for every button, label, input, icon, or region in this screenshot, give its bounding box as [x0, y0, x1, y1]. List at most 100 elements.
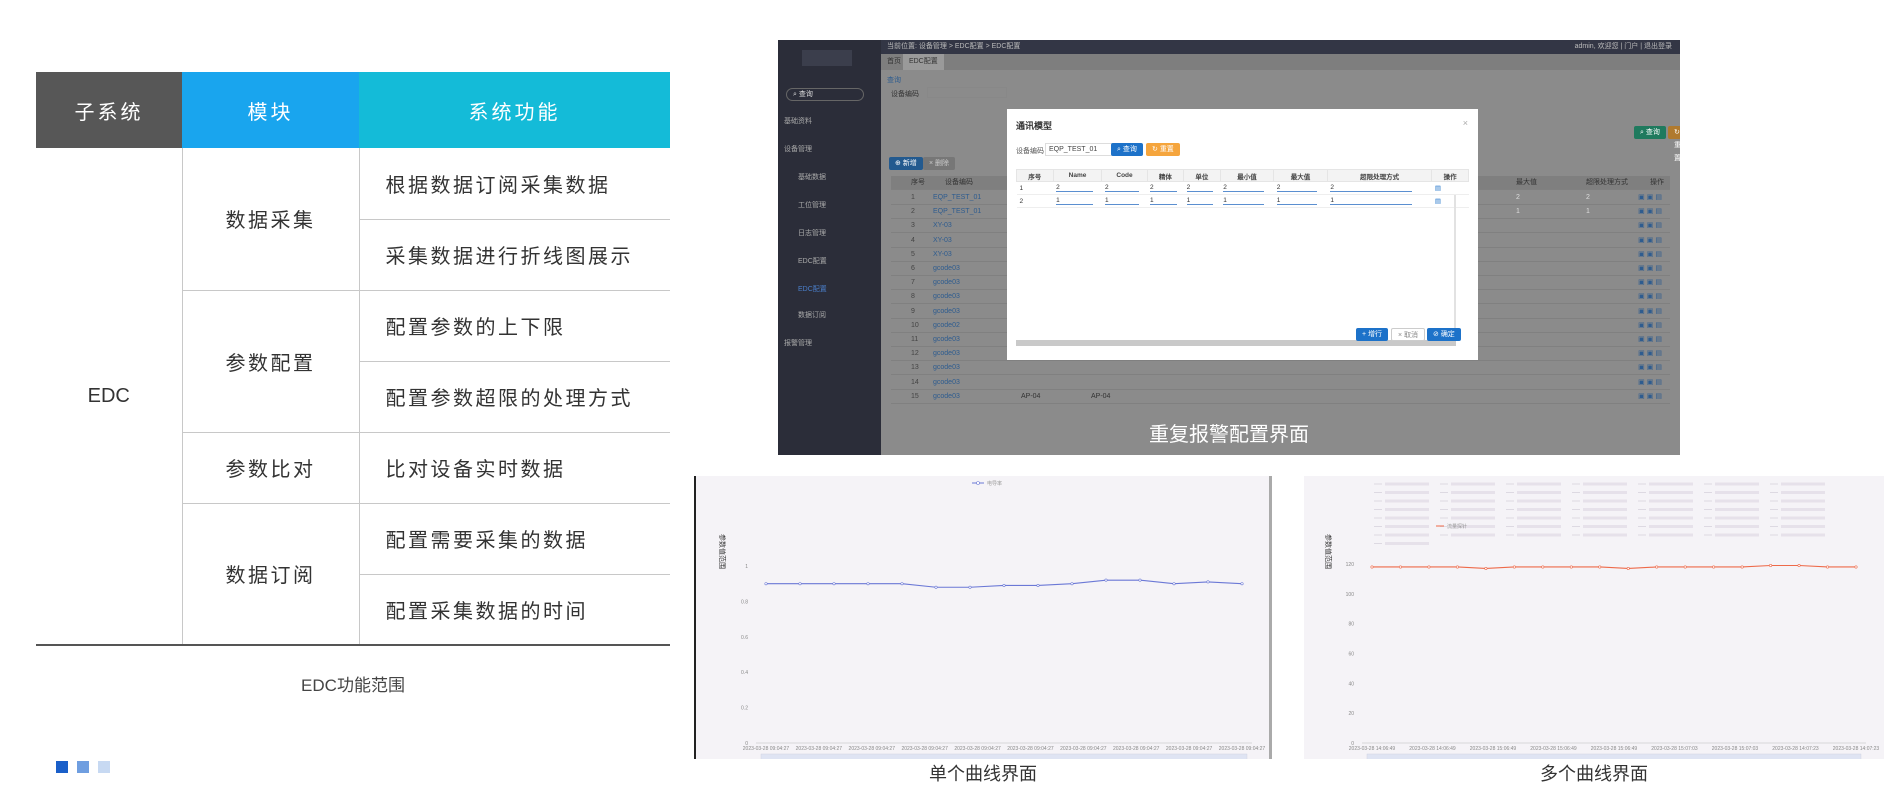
row-actions[interactable]: ▤: [1431, 194, 1469, 208]
row-actions[interactable]: ▣▣▤: [1638, 191, 1664, 205]
editable-cell[interactable]: 1: [1273, 194, 1328, 208]
editable-cell[interactable]: 1: [1220, 194, 1274, 208]
edit-icon[interactable]: ▣: [1638, 364, 1647, 371]
editable-cell[interactable]: 2: [1053, 181, 1102, 195]
legend-placeholder: [1781, 499, 1825, 503]
sidebar-search-input[interactable]: ⌕ 查询: [786, 88, 864, 101]
row-actions[interactable]: ▣▣▤: [1638, 290, 1664, 304]
trash-icon[interactable]: ▤: [1655, 364, 1664, 371]
edit-icon[interactable]: ▣: [1638, 222, 1647, 229]
dialog-equipment-input[interactable]: EQP_TEST_01: [1045, 143, 1117, 156]
trash-icon[interactable]: ▤: [1435, 185, 1441, 192]
row-actions[interactable]: ▤: [1431, 181, 1469, 195]
trash-icon[interactable]: ▤: [1655, 194, 1664, 201]
close-icon[interactable]: ×: [1463, 118, 1468, 128]
edit-icon[interactable]: ▣: [1638, 251, 1647, 258]
legend-placeholder: [1451, 499, 1495, 503]
add-row-button[interactable]: + 增行: [1356, 328, 1389, 341]
confirm-button[interactable]: ⊘ 确定: [1427, 328, 1461, 341]
row-actions[interactable]: ▣▣▤: [1638, 347, 1664, 361]
reset-button[interactable]: ↻ 重置: [1668, 126, 1680, 162]
add-button[interactable]: ⊕ 新增: [889, 157, 923, 170]
trash-icon[interactable]: ▤: [1655, 265, 1664, 272]
sidebar-item[interactable]: 数据订阅: [798, 310, 826, 320]
trash-icon[interactable]: ▤: [1655, 393, 1664, 400]
table-row[interactable]: 13 gcode03 ▣▣▤: [891, 361, 1670, 376]
row-actions[interactable]: ▣▣▤: [1638, 276, 1664, 290]
edit-icon[interactable]: ▣: [1638, 322, 1647, 329]
editable-cell[interactable]: 1: [1101, 194, 1148, 208]
sidebar-item[interactable]: 基础数据: [798, 172, 826, 182]
dialog-reset-button[interactable]: ↻ 重置: [1146, 143, 1180, 156]
edit-icon[interactable]: ▣: [1638, 293, 1647, 300]
table-row[interactable]: 15 gcode03 AP-04 AP-04 ▣▣▤: [891, 390, 1670, 404]
editable-cell[interactable]: 2: [1183, 181, 1221, 195]
sidebar-item[interactable]: EDC配置: [798, 256, 827, 266]
edit-icon[interactable]: ▣: [1638, 393, 1647, 400]
edit-icon[interactable]: ▣: [1638, 265, 1647, 272]
vertical-scrollbar[interactable]: [1454, 195, 1456, 340]
edit-icon[interactable]: ▣: [1638, 237, 1647, 244]
trash-icon[interactable]: ▤: [1655, 208, 1664, 215]
y-axis-label: 参数值范围: [1324, 534, 1333, 569]
row-actions[interactable]: ▣▣▤: [1638, 390, 1664, 404]
sidebar-item[interactable]: 设备管理: [784, 144, 812, 154]
editable-cell[interactable]: 1: [1183, 194, 1221, 208]
editable-cell[interactable]: 2: [1147, 181, 1184, 195]
row-actions[interactable]: ▣▣▤: [1638, 234, 1664, 248]
tab-edc-config[interactable]: EDC配置: [902, 54, 944, 70]
row-actions[interactable]: ▣▣▤: [1638, 205, 1664, 219]
editable-cell[interactable]: 2: [1101, 181, 1148, 195]
row-actions[interactable]: ▣▣▤: [1638, 319, 1664, 333]
row-actions[interactable]: ▣▣▤: [1638, 376, 1664, 390]
edit-icon[interactable]: ▣: [1638, 208, 1647, 215]
cancel-button[interactable]: × 取消: [1391, 328, 1426, 341]
horizontal-scrollbar[interactable]: [1016, 340, 1456, 346]
edit-icon[interactable]: ▣: [1638, 379, 1647, 386]
edit-icon[interactable]: ▣: [1638, 336, 1647, 343]
edit-icon[interactable]: ▣: [1638, 350, 1647, 357]
row-actions[interactable]: ▣▣▤: [1638, 219, 1664, 233]
search-button[interactable]: ⌕ 查询: [1634, 126, 1666, 139]
trash-icon[interactable]: ▤: [1655, 379, 1664, 386]
edit-icon[interactable]: ▣: [1638, 308, 1647, 315]
editable-cell[interactable]: 2: [1220, 181, 1274, 195]
trash-icon[interactable]: ▤: [1655, 350, 1664, 357]
trash-icon[interactable]: ▤: [1655, 251, 1664, 258]
sidebar-item[interactable]: 日志管理: [798, 228, 826, 238]
cell-value: 2: [1223, 184, 1264, 192]
edit-icon[interactable]: ▣: [1638, 279, 1647, 286]
row-actions[interactable]: ▣▣▤: [1638, 248, 1664, 262]
row-equipment-code: gcode03: [933, 307, 960, 315]
sidebar-item[interactable]: 报警管理: [784, 338, 812, 348]
edit-icon[interactable]: ▣: [1638, 194, 1647, 201]
x-tick-label: 2023-03-28 09:04:27: [743, 746, 790, 752]
table-row[interactable]: 14 gcode03 ▣▣▤: [891, 376, 1670, 390]
trash-icon[interactable]: ▤: [1435, 198, 1441, 205]
trash-icon[interactable]: ▤: [1655, 237, 1664, 244]
user-menu[interactable]: admin, 欢迎您 | 门户 | 退出登录: [1575, 40, 1672, 54]
sidebar-item[interactable]: 基础资料: [784, 116, 812, 126]
trash-icon[interactable]: ▤: [1655, 336, 1664, 343]
editable-cell[interactable]: 1: [1327, 194, 1432, 208]
row-actions[interactable]: ▣▣▤: [1638, 361, 1664, 375]
trash-icon[interactable]: ▤: [1655, 222, 1664, 229]
tab-home[interactable]: 首页: [887, 58, 901, 65]
trash-icon[interactable]: ▤: [1655, 322, 1664, 329]
sidebar-item[interactable]: 工位管理: [798, 200, 826, 210]
row-actions[interactable]: ▣▣▤: [1638, 305, 1664, 319]
row-id: 1: [911, 194, 915, 201]
equipment-code-input[interactable]: [927, 87, 1007, 98]
row-actions[interactable]: ▣▣▤: [1638, 333, 1664, 347]
editable-cell[interactable]: 1: [1147, 194, 1184, 208]
editable-cell[interactable]: 1: [1053, 194, 1102, 208]
trash-icon[interactable]: ▤: [1655, 293, 1664, 300]
row-actions[interactable]: ▣▣▤: [1638, 262, 1664, 276]
delete-button[interactable]: × 删除: [923, 157, 956, 170]
dialog-search-button[interactable]: ⌕ 查询: [1111, 143, 1143, 156]
trash-icon[interactable]: ▤: [1655, 279, 1664, 286]
editable-cell[interactable]: 2: [1327, 181, 1432, 195]
sidebar-item[interactable]: EDC配置: [798, 284, 827, 294]
trash-icon[interactable]: ▤: [1655, 308, 1664, 315]
editable-cell[interactable]: 2: [1273, 181, 1328, 195]
